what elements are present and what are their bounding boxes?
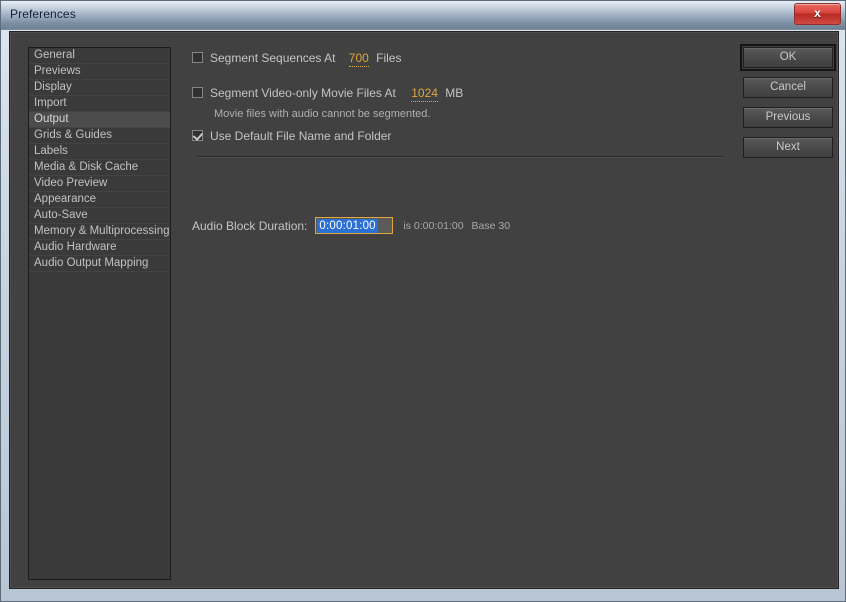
sidebar-item-label: General	[34, 49, 75, 61]
sidebar-item-grids-and-guides[interactable]: Grids & Guides	[29, 128, 170, 144]
sidebar-item-display[interactable]: Display	[29, 80, 170, 96]
sidebar-item-label: Audio Output Mapping	[34, 257, 149, 269]
sidebar-item-labels[interactable]: Labels	[29, 144, 170, 160]
segment-video-only-label: Segment Video-only Movie Files At	[210, 86, 396, 100]
sidebar-item-label: Display	[34, 81, 72, 93]
sidebar-item-label: Grids & Guides	[34, 129, 112, 141]
audio-block-duration-base: Base 30	[471, 219, 511, 232]
dialog-button-column: OK Cancel Previous Next	[740, 44, 836, 167]
use-default-name-row: Use Default File Name and Folder	[192, 129, 391, 143]
sidebar-item-appearance[interactable]: Appearance	[29, 192, 170, 208]
segment-video-only-unit: MB	[445, 86, 464, 100]
section-divider	[197, 156, 724, 158]
audio-block-duration-value: 0:00:01:00	[317, 219, 378, 233]
sidebar-item-label: Memory & Multiprocessing	[34, 225, 170, 237]
audio-block-duration-label: Audio Block Duration:	[192, 218, 308, 233]
sidebar-item-label: Appearance	[34, 193, 97, 205]
segment-sequences-value[interactable]: 700	[348, 51, 369, 67]
sidebar-item-label: Previews	[34, 65, 81, 77]
sidebar-item-label: Auto-Save	[34, 209, 88, 221]
preferences-window: Preferences x General Previews Display Impo…	[0, 0, 846, 602]
sidebar-item-audio-hardware[interactable]: Audio Hardware	[29, 240, 170, 256]
close-button[interactable]: x	[794, 3, 841, 25]
sidebar-item-label: Labels	[34, 145, 68, 157]
sidebar-item-label: Output	[34, 113, 69, 125]
segment-sequences-unit: Files	[376, 51, 402, 65]
sidebar-item-previews[interactable]: Previews	[29, 64, 170, 80]
use-default-name-label: Use Default File Name and Folder	[210, 129, 392, 143]
sidebar-item-memory-and-multiprocessing[interactable]: Memory & Multiprocessing	[29, 224, 170, 240]
output-options-panel: Segment Sequences At 700 Files Segment V…	[188, 47, 733, 580]
sidebar-item-import[interactable]: Import	[29, 96, 170, 112]
sidebar-item-label: Audio Hardware	[34, 241, 117, 253]
sidebar-item-label: Import	[34, 97, 67, 109]
sidebar-item-label: Video Preview	[34, 177, 108, 189]
audio-block-duration-input[interactable]: 0:00:01:00	[315, 217, 394, 234]
previous-button[interactable]: Previous	[743, 107, 833, 128]
category-list[interactable]: General Previews Display Import Output Grids …	[28, 47, 171, 580]
sidebar-item-general[interactable]: General	[29, 48, 170, 64]
cancel-button[interactable]: Cancel	[743, 77, 833, 98]
title-bar[interactable]: Preferences x	[1, 1, 845, 30]
sidebar-item-auto-save[interactable]: Auto-Save	[29, 208, 170, 224]
sidebar-item-output[interactable]: Output	[29, 112, 170, 128]
segment-sequences-row: Segment Sequences At 700 Files	[192, 51, 402, 67]
ok-button[interactable]: OK	[740, 44, 836, 71]
segment-video-only-value[interactable]: 1024	[411, 86, 438, 102]
sidebar-item-label: Media & Disk Cache	[34, 161, 139, 173]
sidebar-item-audio-output-mapping[interactable]: Audio Output Mapping	[29, 256, 170, 272]
sidebar-item-video-preview[interactable]: Video Preview	[29, 176, 170, 192]
segment-video-only-checkbox[interactable]	[192, 87, 203, 98]
sidebar-item-media-and-disk-cache[interactable]: Media & Disk Cache	[29, 160, 170, 176]
content-panel: General Previews Display Import Output Grids …	[9, 31, 839, 589]
next-button[interactable]: Next	[743, 137, 833, 158]
audio-block-duration-suffix: is 0:00:01:00	[403, 219, 464, 232]
segment-video-only-row: Segment Video-only Movie Files At 1024 M…	[192, 86, 464, 102]
audio-block-duration-row: Audio Block Duration: 0:00:01:00 is 0:00:0…	[192, 217, 510, 234]
segment-sequences-checkbox[interactable]	[192, 52, 203, 63]
window-title: Preferences	[10, 7, 76, 21]
use-default-name-checkbox[interactable]	[192, 130, 203, 141]
close-icon: x	[814, 6, 821, 20]
segment-sequences-label: Segment Sequences At	[210, 51, 336, 65]
segment-note-text: Movie files with audio cannot be segment…	[214, 108, 431, 120]
